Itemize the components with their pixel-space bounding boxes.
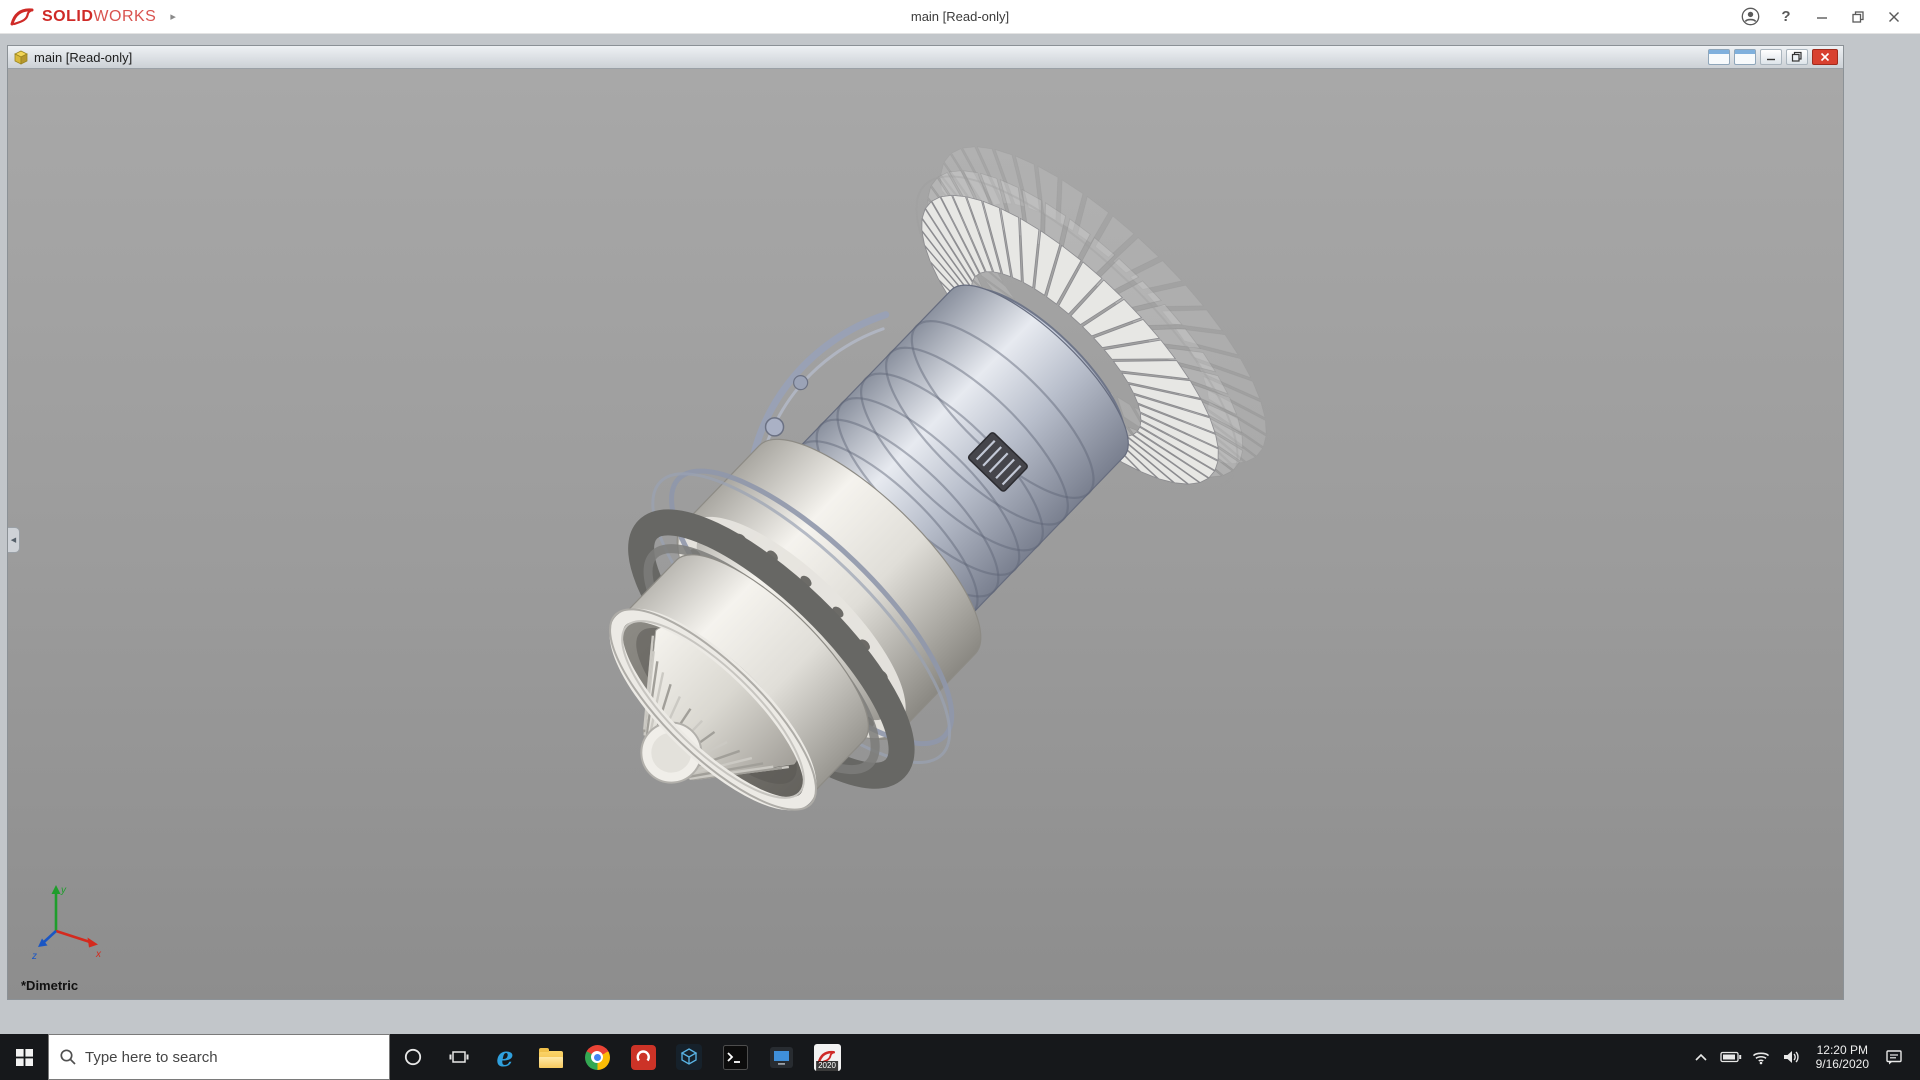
help-icon[interactable]: ? bbox=[1768, 0, 1804, 34]
cube-app-icon bbox=[676, 1044, 702, 1070]
network-status[interactable] bbox=[1748, 1034, 1774, 1080]
taskbar-search[interactable] bbox=[48, 1034, 390, 1080]
doc-minimize-button[interactable] bbox=[1760, 49, 1782, 65]
assembly-doc-icon bbox=[13, 50, 29, 65]
app-titlebar: SOLIDWORKS ▸ main [Read-only] ? bbox=[0, 0, 1920, 34]
red-app-button[interactable] bbox=[620, 1034, 666, 1080]
solidworks-logo-icon bbox=[10, 7, 36, 27]
start-button[interactable] bbox=[0, 1034, 48, 1080]
edge-button[interactable]: e bbox=[482, 1034, 528, 1080]
graphics-viewport[interactable]: ◀ y x z *Dimetric bbox=[8, 69, 1843, 999]
system-tray: 12:20 PM 9/16/2020 bbox=[1688, 1034, 1920, 1080]
restore-button[interactable] bbox=[1840, 0, 1876, 34]
new-window-button[interactable] bbox=[1708, 49, 1730, 65]
chevron-up-icon bbox=[1693, 1051, 1709, 1063]
windows-logo-icon bbox=[16, 1049, 33, 1066]
document-titlebar[interactable]: main [Read-only] bbox=[8, 46, 1843, 69]
wifi-icon bbox=[1752, 1049, 1770, 1065]
orientation-triad[interactable]: y x z bbox=[30, 879, 114, 963]
search-input[interactable] bbox=[85, 1049, 379, 1066]
chrome-icon bbox=[585, 1045, 610, 1070]
view-orientation-label: *Dimetric bbox=[21, 978, 78, 993]
clock-time: 12:20 PM bbox=[1816, 1043, 1869, 1057]
command-prompt-button[interactable] bbox=[712, 1034, 758, 1080]
solidworks-app-icon: 2020 bbox=[814, 1044, 841, 1071]
doc-close-button[interactable] bbox=[1812, 49, 1838, 65]
doc-restore-button[interactable] bbox=[1786, 49, 1808, 65]
action-center-icon bbox=[1885, 1048, 1903, 1066]
command-prompt-icon bbox=[723, 1045, 748, 1070]
red-app-icon bbox=[631, 1045, 656, 1070]
triad-y-label: y bbox=[60, 885, 67, 896]
jet-engine-model[interactable] bbox=[8, 69, 1843, 999]
menu-flyout-arrow-icon[interactable]: ▸ bbox=[170, 10, 176, 23]
close-button[interactable] bbox=[1876, 0, 1912, 34]
search-icon bbox=[59, 1048, 77, 1066]
tile-windows-button[interactable] bbox=[1734, 49, 1756, 65]
minimize-button[interactable] bbox=[1804, 0, 1840, 34]
file-explorer-icon bbox=[539, 1051, 563, 1068]
cad-viewer-button[interactable] bbox=[666, 1034, 712, 1080]
screen: { "titlebar": { "brand_solid": "SOLID", … bbox=[0, 0, 1920, 1080]
speaker-icon bbox=[1782, 1049, 1800, 1065]
taskbar-clock[interactable]: 12:20 PM 9/16/2020 bbox=[1808, 1043, 1877, 1071]
tile-window-icon bbox=[1709, 50, 1729, 54]
battery-status[interactable] bbox=[1718, 1034, 1744, 1080]
document-title: main [Read-only] bbox=[34, 50, 132, 65]
document-window: main [Read-only] bbox=[7, 45, 1844, 1000]
window-controls: ? bbox=[1732, 0, 1920, 34]
volume-control[interactable] bbox=[1778, 1034, 1804, 1080]
task-view-icon bbox=[449, 1048, 469, 1066]
edge-icon: e bbox=[496, 1044, 513, 1071]
workspace: main [Read-only] bbox=[0, 35, 1920, 1034]
account-icon[interactable] bbox=[1732, 0, 1768, 34]
collapse-arrow-icon: ◀ bbox=[11, 536, 16, 544]
file-explorer-button[interactable] bbox=[528, 1034, 574, 1080]
battery-icon bbox=[1720, 1051, 1742, 1063]
monitor-app-button[interactable] bbox=[758, 1034, 804, 1080]
solidworks-year-badge: 2020 bbox=[816, 1061, 838, 1071]
window-title: main [Read-only] bbox=[0, 9, 1920, 24]
task-view-button[interactable] bbox=[436, 1034, 482, 1080]
document-window-controls bbox=[1708, 49, 1838, 65]
brand-text: SOLIDWORKS bbox=[42, 8, 156, 26]
chrome-button[interactable] bbox=[574, 1034, 620, 1080]
solidworks-logo: SOLIDWORKS bbox=[0, 7, 156, 27]
cortana-icon bbox=[403, 1047, 423, 1067]
triad-z-label: z bbox=[31, 951, 37, 962]
triad-x-label: x bbox=[95, 949, 102, 960]
feature-manager-collapse-tab[interactable]: ◀ bbox=[8, 527, 20, 553]
action-center-button[interactable] bbox=[1881, 1034, 1907, 1080]
solidworks-2020-button[interactable]: 2020 bbox=[804, 1034, 850, 1080]
monitor-app-icon bbox=[769, 1045, 794, 1070]
hidden-icons-button[interactable] bbox=[1688, 1034, 1714, 1080]
cortana-button[interactable] bbox=[390, 1034, 436, 1080]
taskbar: e bbox=[0, 1034, 1920, 1080]
clock-date: 9/16/2020 bbox=[1816, 1057, 1869, 1071]
tile-window-icon bbox=[1735, 50, 1755, 54]
